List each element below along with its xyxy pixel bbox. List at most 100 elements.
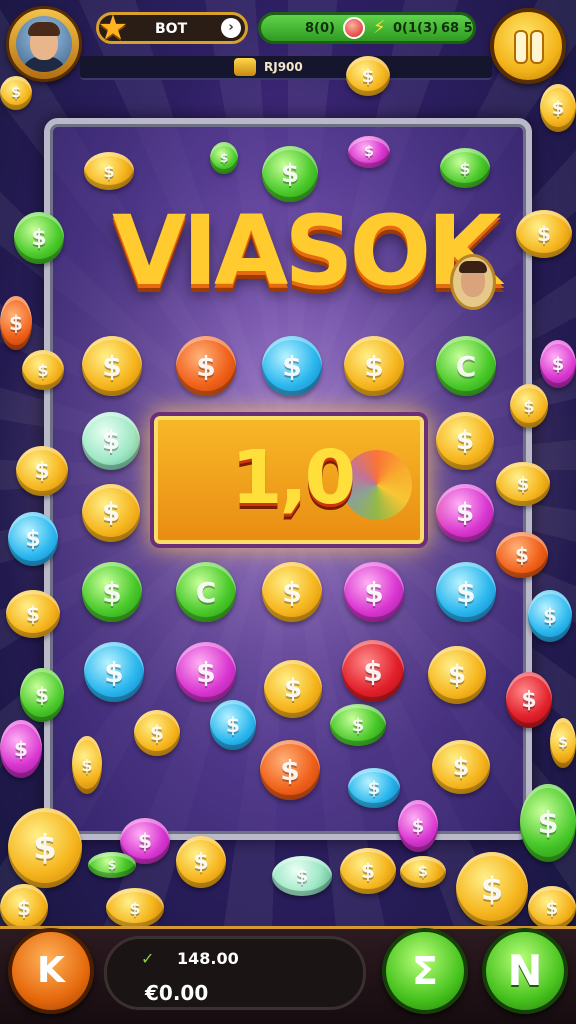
coin-gold[interactable]: $	[264, 660, 322, 718]
coin-blue[interactable]: $	[348, 768, 400, 808]
coin-green[interactable]: C	[176, 562, 236, 622]
next-button[interactable]: N	[482, 928, 568, 1014]
pause-button[interactable]	[490, 8, 566, 84]
c-icon: C	[195, 575, 217, 609]
dollar-icon: $	[459, 158, 471, 178]
dollar-icon: $	[26, 602, 40, 626]
dollar-icon: $	[280, 159, 300, 189]
coin-green[interactable]: $	[440, 148, 490, 188]
dollar-icon: $	[101, 426, 121, 456]
dollar-icon: $	[81, 755, 93, 775]
dollar-icon: $	[452, 753, 470, 781]
coin-gold[interactable]: $	[496, 462, 550, 506]
coin-blue[interactable]: $	[436, 562, 496, 622]
coin-pink[interactable]: $	[398, 800, 438, 852]
coin-gold[interactable]: $	[6, 590, 60, 638]
coin-pink[interactable]: $	[540, 340, 576, 388]
dollar-icon: $	[9, 311, 23, 335]
coin-gold[interactable]: $	[106, 888, 164, 928]
dollar-icon: $	[364, 575, 384, 609]
coin-pink[interactable]: $	[436, 484, 494, 542]
coin-gold[interactable]: $	[82, 484, 140, 542]
coin-orange[interactable]: $	[496, 532, 548, 578]
dollar-icon: $	[516, 473, 530, 495]
coin-pink[interactable]: $	[176, 642, 236, 702]
coin-mint[interactable]: $	[272, 856, 332, 896]
top-hud: ★ BOT › 8(0) ⚡ 0(1(3) 68 5 RJ900	[0, 0, 576, 92]
coin-gold[interactable]: $	[436, 412, 494, 470]
coin-green[interactable]: $	[262, 146, 318, 202]
coin-gold[interactable]: $	[134, 710, 180, 756]
coin-green[interactable]: C	[436, 336, 496, 396]
coin-blue[interactable]: $	[262, 336, 322, 396]
coin-blue[interactable]: $	[84, 642, 144, 702]
coin-gold[interactable]: $	[176, 836, 226, 888]
spin-button[interactable]: Σ	[382, 928, 468, 1014]
coin-orange[interactable]: $	[176, 336, 236, 396]
coin-gold[interactable]: $	[456, 852, 528, 926]
coin-gold[interactable]: $	[550, 718, 576, 768]
coin-blue[interactable]: $	[528, 590, 572, 642]
coin-green[interactable]: $	[82, 562, 142, 622]
dollar-icon: $	[361, 65, 375, 87]
dollar-icon: $	[17, 896, 31, 920]
coin-orange[interactable]: $	[260, 740, 320, 800]
dollar-icon: $	[456, 575, 476, 609]
coin-orange[interactable]: $	[0, 296, 32, 350]
dollar-icon: $	[418, 864, 428, 880]
dollar-icon: $	[104, 655, 124, 689]
dollar-icon: $	[455, 498, 475, 528]
coin-gold[interactable]: $	[262, 562, 322, 622]
dollar-icon: $	[364, 144, 374, 160]
coin-mint[interactable]: $	[82, 412, 140, 470]
chevron-right-icon[interactable]: ›	[221, 18, 241, 38]
dollar-icon: $	[545, 897, 559, 919]
coin-blue[interactable]: $	[8, 512, 58, 566]
back-button[interactable]: K	[8, 928, 94, 1014]
coin-gold[interactable]: $	[0, 884, 48, 932]
coin-gold[interactable]: $	[84, 152, 134, 190]
coin-gold[interactable]: $	[510, 384, 548, 428]
coin-pink[interactable]: $	[344, 562, 404, 622]
level-bar[interactable]: ★ BOT ›	[96, 8, 248, 48]
resource-bar[interactable]: 8(0) ⚡ 0(1(3) 68 5	[258, 12, 476, 44]
dollar-icon: $	[107, 858, 117, 872]
coin-gold[interactable]: $	[540, 84, 576, 132]
coin-gold[interactable]: $	[432, 740, 490, 794]
dollar-icon: $	[280, 753, 300, 787]
dollar-icon: $	[34, 458, 50, 484]
coin-gold[interactable]: $	[344, 336, 404, 396]
coin-red[interactable]: $	[342, 640, 404, 702]
coin-green[interactable]: $	[88, 852, 136, 878]
coin-gold[interactable]: $	[72, 736, 102, 794]
coin-pink[interactable]: $	[348, 136, 390, 168]
coin-gold[interactable]: $	[340, 848, 396, 894]
coin-green[interactable]: $	[20, 668, 64, 722]
coin-gold[interactable]: $	[8, 808, 82, 888]
dollar-icon: $	[35, 683, 49, 707]
gem-icon	[343, 17, 365, 39]
coin-gold[interactable]: $	[428, 646, 486, 704]
dollar-icon: $	[138, 829, 152, 853]
coin-gold[interactable]: $	[16, 446, 68, 496]
coin-green[interactable]: $	[520, 784, 576, 862]
coin-gold[interactable]: $	[0, 76, 32, 110]
coin-gold[interactable]: $	[528, 886, 576, 930]
dollar-icon: $	[101, 498, 121, 528]
coin-gold[interactable]: $	[400, 856, 446, 888]
game-title-logo: VIASOK	[112, 195, 501, 307]
coin-green[interactable]: $	[14, 212, 64, 264]
dollar-icon: $	[33, 828, 57, 868]
coin-gold[interactable]: $	[346, 56, 390, 96]
dollar-icon: $	[11, 85, 21, 101]
coin-gold[interactable]: $	[516, 210, 572, 258]
player-avatar[interactable]	[6, 6, 82, 82]
coin-pink[interactable]: $	[0, 720, 42, 778]
coin-green[interactable]: $	[330, 704, 386, 746]
dollar-icon: $	[25, 526, 41, 552]
coin-blue[interactable]: $	[210, 700, 256, 750]
coin-green[interactable]: $	[210, 142, 238, 174]
coin-gold[interactable]: $	[82, 336, 142, 396]
coin-red[interactable]: $	[506, 672, 552, 728]
coin-gold[interactable]: $	[22, 350, 64, 390]
